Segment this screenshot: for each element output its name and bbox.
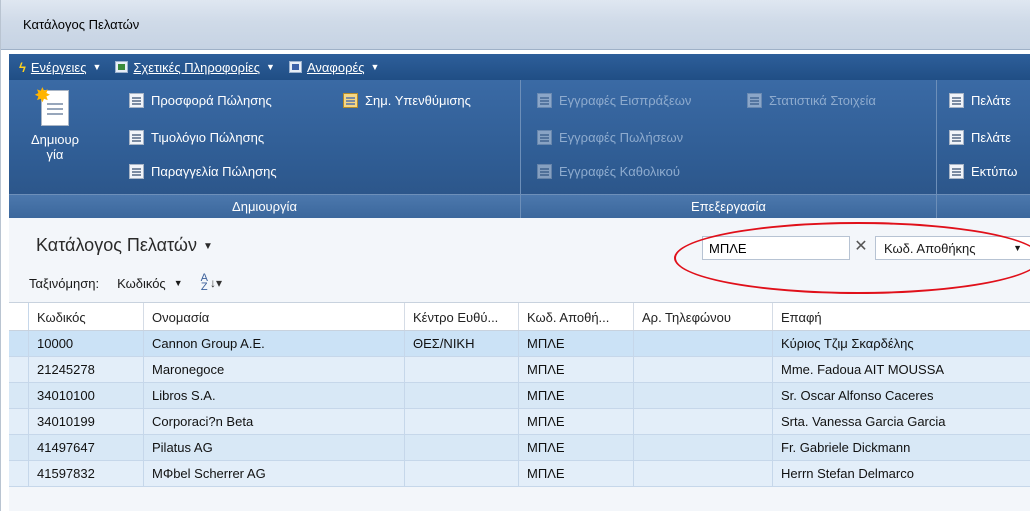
filter-field-dropdown[interactable]: Κωδ. Αποθήκης ▼: [875, 236, 1030, 260]
sales-quote-button[interactable]: Προσφορά Πώλησης: [129, 93, 272, 108]
sales-entries-button[interactable]: Εγγραφές Πωλήσεων: [537, 130, 683, 145]
ribbon-group-create: ✸ Δημιουργία Προσφορά Πώλησης Τιμολόγιο …: [9, 80, 521, 218]
payments-entries-button[interactable]: Εγγραφές Εισπράξεων: [537, 93, 691, 108]
entries-icon: [537, 93, 552, 108]
table-row[interactable]: 34010199 Corporaci?n Beta ΜΠΛΕ Srta. Van…: [9, 409, 1030, 435]
ledger-icon: [537, 164, 552, 179]
statistics-icon: [747, 93, 762, 108]
sales-invoice-button[interactable]: Τιμολόγιο Πώλησης: [129, 130, 264, 145]
filter-input[interactable]: [702, 236, 850, 260]
sort-label: Ταξινόμηση:: [29, 275, 100, 291]
print-button[interactable]: Εκτύπω: [949, 164, 1017, 179]
related-info-icon: [115, 61, 129, 73]
entries-icon: [537, 130, 552, 145]
customer-report-button-2[interactable]: Πελάτε: [949, 130, 1011, 145]
new-button[interactable]: ✸ Δημιουργία: [23, 85, 87, 162]
menu-reports[interactable]: Αναφορές ▼: [288, 60, 380, 75]
sort-field-dropdown[interactable]: Κωδικός ▼: [117, 276, 183, 291]
column-header-contact[interactable]: Επαφή: [773, 303, 1030, 330]
column-header-responsibility-center[interactable]: Κέντρο Ευθύ...: [405, 303, 519, 330]
app-window: Κατάλογος Πελατών ϟ Ενέργειες ▼ Σχετικές…: [0, 0, 1030, 511]
table-body: 10000 Cannon Group A.E. ΘΕΣ/ΝΙΚΗ ΜΠΛΕ Κύ…: [9, 331, 1030, 487]
ribbon-group-label: Δημιουργία: [9, 194, 520, 218]
document-icon: [129, 130, 144, 145]
table-row[interactable]: 34010100 Libros S.A. ΜΠΛΕ Sr. Oscar Alfo…: [9, 383, 1030, 409]
column-header-phone[interactable]: Αρ. Τηλεφώνου: [634, 303, 773, 330]
reminder-icon: [343, 93, 358, 108]
row-selector-header: [9, 303, 29, 330]
title-bar: Κατάλογος Πελατών: [1, 0, 1030, 50]
sort-ascending-icon[interactable]: A Z ↓▾: [201, 273, 222, 293]
customer-report-button[interactable]: Πελάτε: [949, 93, 1011, 108]
chevron-down-icon: ▼: [370, 62, 380, 72]
chevron-down-icon: ▼: [173, 278, 183, 288]
ribbon-group-reports: Πελάτε Πελάτε Εκτύπω: [937, 80, 1030, 218]
column-header-code[interactable]: Κωδικός: [29, 303, 144, 330]
lightning-icon: ϟ: [19, 59, 26, 75]
menu-bar: ϟ Ενέργειες ▼ Σχετικές Πληροφορίες ▼ Ανα…: [9, 54, 1030, 80]
table-row[interactable]: 10000 Cannon Group A.E. ΘΕΣ/ΝΙΚΗ ΜΠΛΕ Κύ…: [9, 331, 1030, 357]
ribbon: ✸ Δημιουργία Προσφορά Πώλησης Τιμολόγιο …: [9, 80, 1030, 218]
document-icon: [129, 164, 144, 179]
sort-bar: Ταξινόμηση: Κωδικός ▼ A Z ↓▾: [29, 273, 222, 293]
table-row[interactable]: 41597832 MΦbel Scherrer AG ΜΠΛΕ Herrn St…: [9, 461, 1030, 487]
column-header-name[interactable]: Ονομασία: [144, 303, 405, 330]
customer-table: Κωδικός Ονομασία Κέντρο Ευθύ... Κωδ. Απο…: [9, 302, 1030, 487]
ribbon-group-label: [937, 194, 1030, 218]
column-header-location-code[interactable]: Κωδ. Αποθή...: [519, 303, 634, 330]
reminder-button[interactable]: Σημ. Υπενθύμισης: [343, 93, 471, 108]
ledger-entries-button[interactable]: Εγγραφές Καθολικού: [537, 164, 680, 179]
report-icon: [949, 93, 964, 108]
table-header: Κωδικός Ονομασία Κέντρο Ευθύ... Κωδ. Απο…: [9, 302, 1030, 331]
ribbon-group-label: Επεξεργασία: [521, 194, 936, 218]
reports-icon: [288, 61, 302, 73]
report-icon: [949, 164, 964, 179]
new-document-icon: ✸: [34, 85, 69, 126]
chevron-down-icon: ▼: [202, 240, 213, 252]
report-icon: [949, 130, 964, 145]
table-row[interactable]: 21245278 Maronegoce ΜΠΛΕ Mme. Fadoua AIT…: [9, 357, 1030, 383]
page-title[interactable]: Κατάλογος Πελατών ▼: [36, 235, 213, 256]
menu-actions[interactable]: ϟ Ενέργειες ▼: [19, 60, 101, 75]
chevron-down-icon: ▼: [266, 62, 275, 72]
table-row[interactable]: 41497647 Pilatus AG ΜΠΛΕ Fr. Gabriele Di…: [9, 435, 1030, 461]
clear-filter-icon[interactable]: ✕: [851, 236, 871, 260]
menu-related-info[interactable]: Σχετικές Πληροφορίες ▼: [115, 60, 275, 75]
chevron-down-icon: ▼: [1013, 243, 1022, 253]
chevron-down-icon: ▼: [92, 62, 102, 72]
document-icon: [129, 93, 144, 108]
statistics-button[interactable]: Στατιστικά Στοιχεία: [747, 93, 876, 108]
sales-order-button[interactable]: Παραγγελία Πώλησης: [129, 164, 277, 179]
window-title: Κατάλογος Πελατών: [23, 17, 140, 32]
ribbon-group-process: Εγγραφές Εισπράξεων Εγγραφές Πωλήσεων Εγ…: [521, 80, 937, 218]
